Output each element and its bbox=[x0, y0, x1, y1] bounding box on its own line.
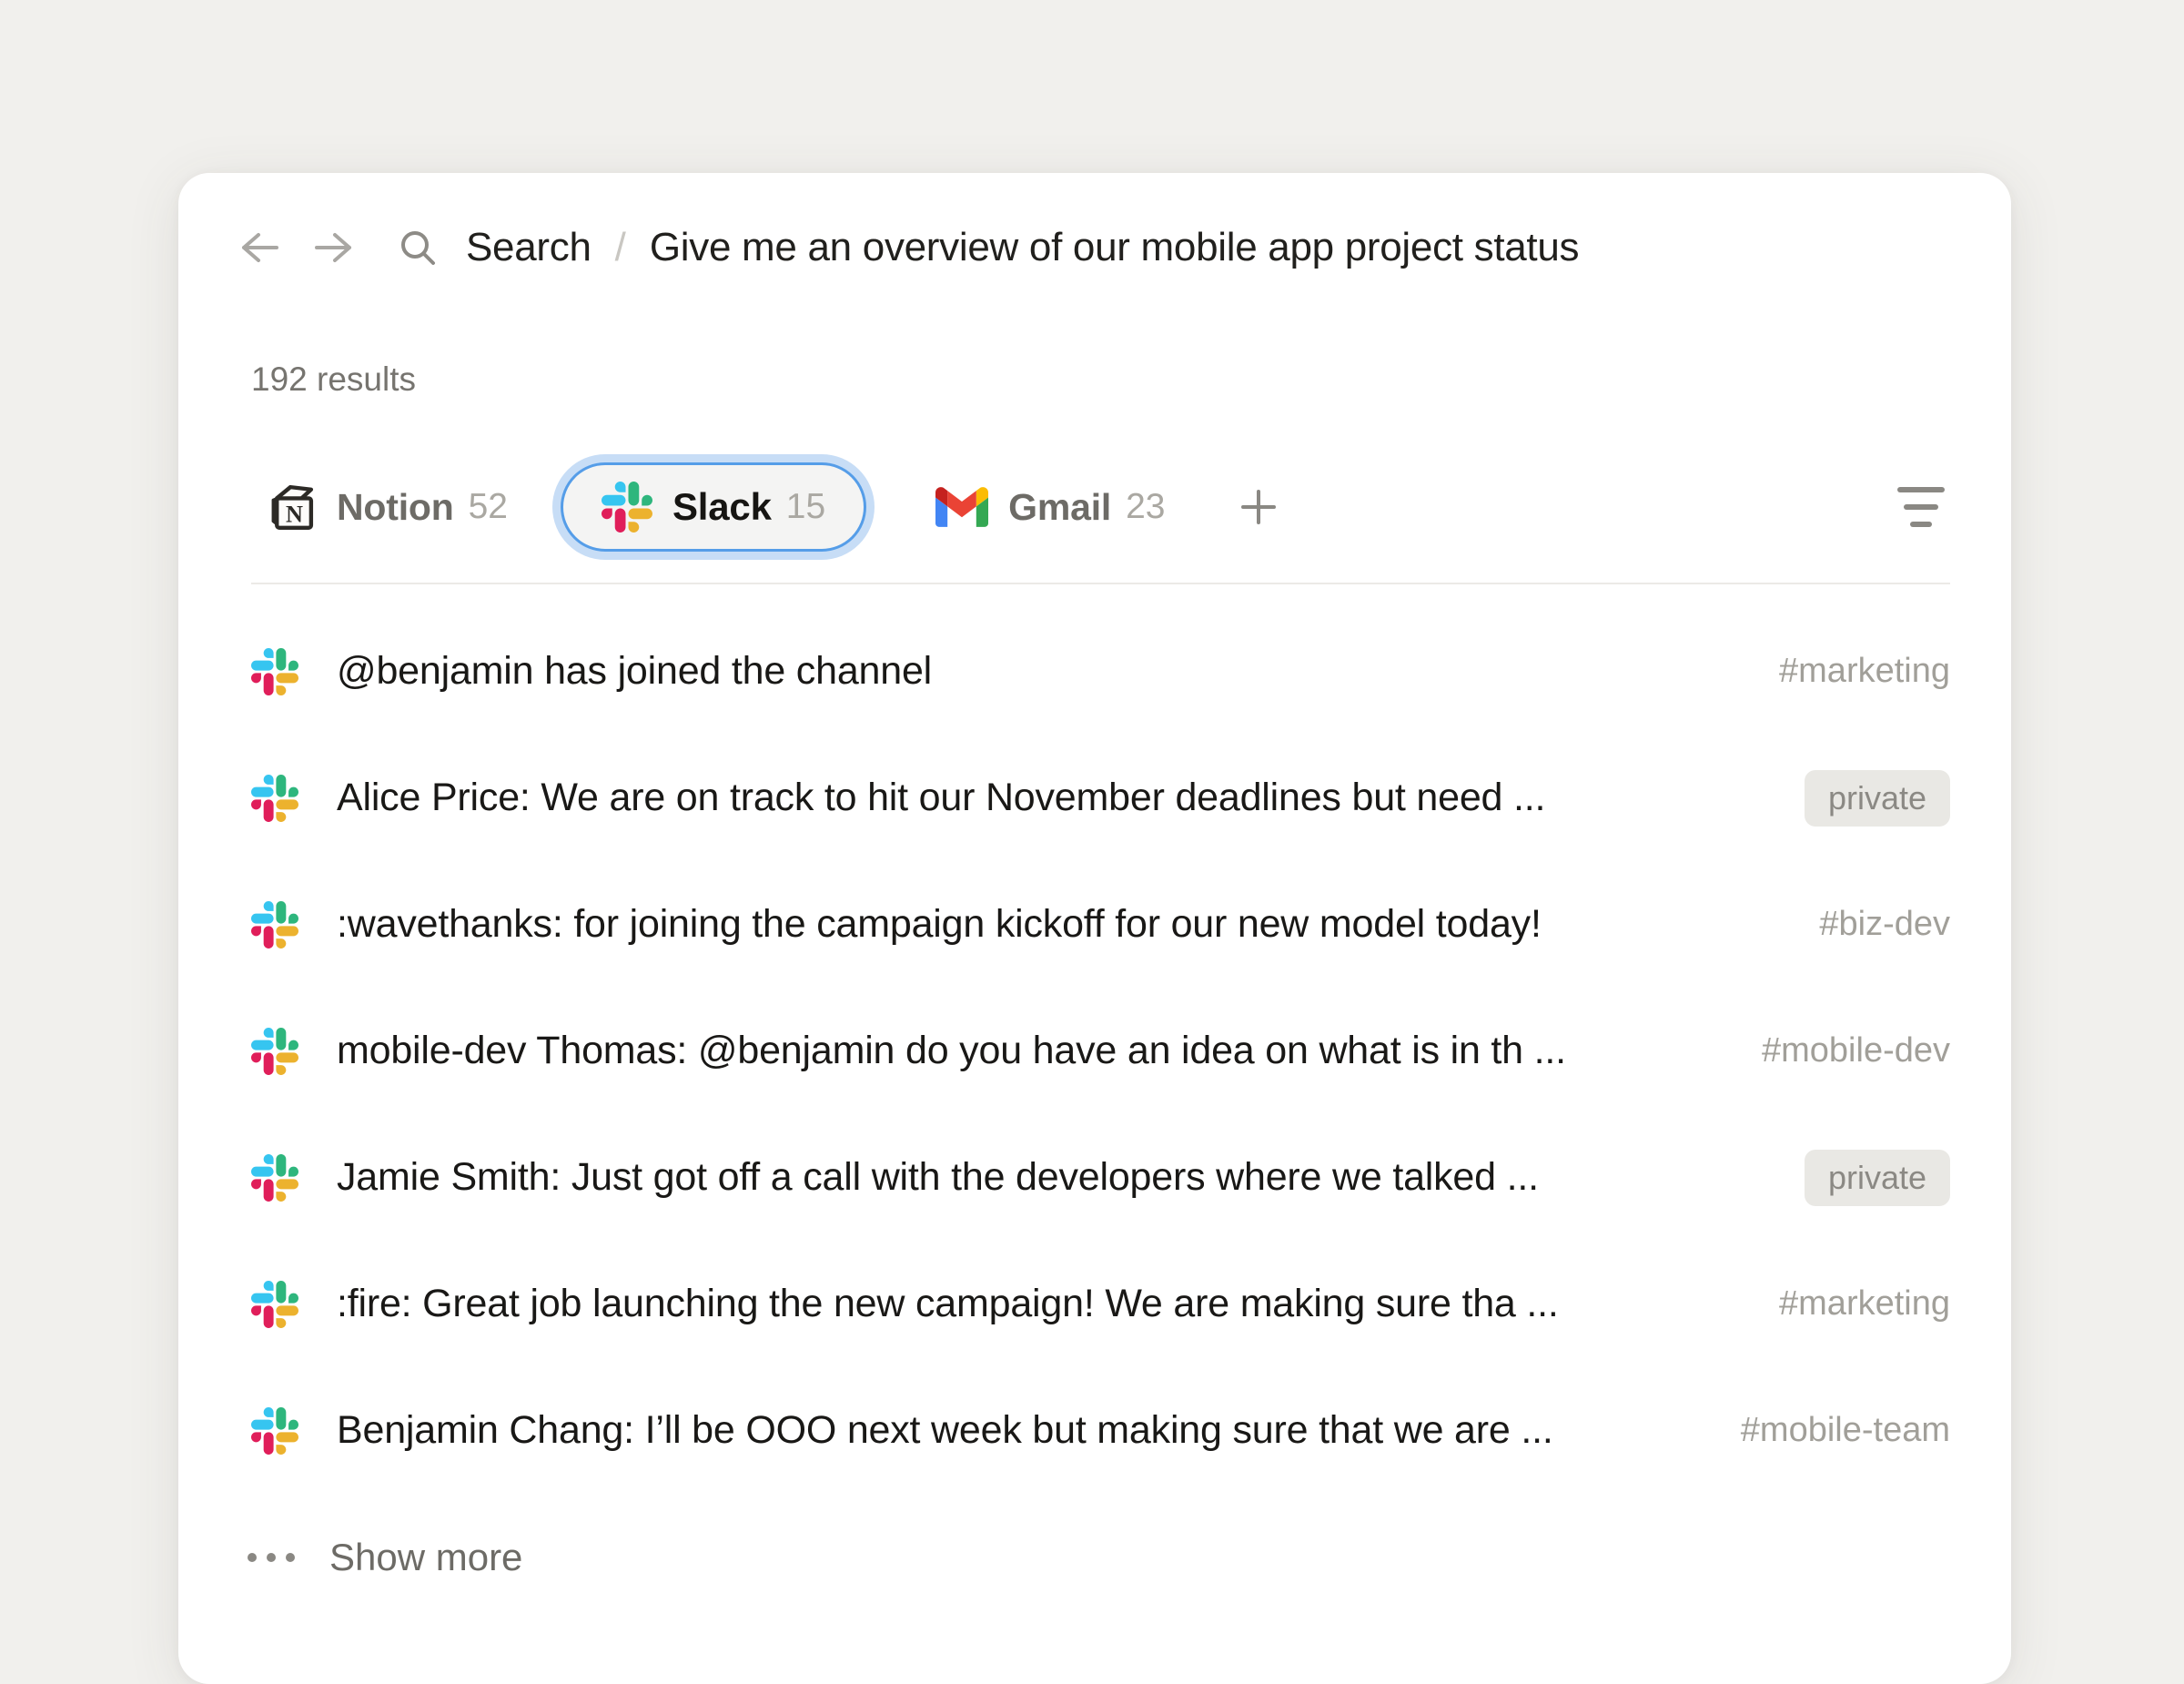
results-list: @benjamin has joined the channel #market… bbox=[251, 584, 1950, 1494]
tab-label: Slack bbox=[672, 485, 772, 529]
search-results-window: Search / Give me an overview of our mobi… bbox=[178, 173, 2011, 1684]
slack-logo-icon bbox=[251, 1028, 298, 1075]
tab-slack-selected[interactable]: Slack 15 bbox=[561, 462, 866, 552]
result-text: Benjamin Chang: I’ll be OOO next week bu… bbox=[337, 1408, 1704, 1453]
notion-logo-icon: N bbox=[266, 482, 317, 533]
slack-logo-icon bbox=[251, 901, 298, 949]
result-row[interactable]: :fire: Great job launching the new campa… bbox=[251, 1241, 1950, 1367]
slack-logo-icon bbox=[251, 1281, 298, 1328]
forward-arrow-icon[interactable] bbox=[313, 229, 355, 266]
breadcrumb-separator: / bbox=[615, 225, 626, 270]
result-tag: #biz-dev bbox=[1819, 905, 1950, 944]
tab-label: Gmail bbox=[1008, 486, 1111, 529]
search-query-input[interactable]: Give me an overview of our mobile app pr… bbox=[650, 225, 1579, 270]
gmail-logo-icon bbox=[935, 486, 988, 528]
result-tag: #mobile-team bbox=[1741, 1411, 1950, 1450]
search-icon bbox=[397, 227, 439, 269]
search-section-label: Search bbox=[466, 225, 592, 270]
result-row[interactable]: Alice Price: We are on track to hit our … bbox=[251, 735, 1950, 861]
result-tag: private bbox=[1805, 1150, 1950, 1206]
result-text: Jamie Smith: Just got off a call with th… bbox=[337, 1155, 1768, 1200]
show-more-label: Show more bbox=[329, 1536, 522, 1579]
tab-count: 23 bbox=[1126, 487, 1165, 527]
show-more-button[interactable]: Show more bbox=[251, 1494, 1950, 1620]
slack-logo-icon bbox=[251, 775, 298, 822]
result-row[interactable]: Jamie Smith: Just got off a call with th… bbox=[251, 1114, 1950, 1241]
tab-count: 15 bbox=[786, 487, 825, 527]
tab-count: 52 bbox=[469, 487, 508, 527]
result-row[interactable]: mobile-dev Thomas: @benjamin do you have… bbox=[251, 988, 1950, 1114]
result-text: @benjamin has joined the channel bbox=[337, 649, 1743, 694]
result-row[interactable]: @benjamin has joined the channel #market… bbox=[251, 608, 1950, 735]
tab-label: Notion bbox=[337, 486, 454, 529]
result-text: Alice Price: We are on track to hit our … bbox=[337, 776, 1768, 820]
back-arrow-icon[interactable] bbox=[238, 229, 280, 266]
result-text: :wavethanks: for joining the campaign ki… bbox=[337, 902, 1783, 947]
results-count: 192 results bbox=[251, 360, 1950, 399]
source-filter-tabs: N Notion 52 Slack 15 Gmail 23 bbox=[251, 453, 1950, 561]
add-source-button[interactable] bbox=[1238, 486, 1279, 528]
tab-gmail[interactable]: Gmail 23 bbox=[935, 486, 1165, 529]
result-tag: #marketing bbox=[1779, 1284, 1950, 1324]
result-tag: #marketing bbox=[1779, 652, 1950, 691]
slack-logo-icon bbox=[251, 648, 298, 695]
slack-logo-icon bbox=[251, 1154, 298, 1202]
tab-notion[interactable]: N Notion 52 bbox=[266, 482, 508, 533]
search-bar: Search / Give me an overview of our mobi… bbox=[238, 173, 1950, 277]
filter-icon[interactable] bbox=[1892, 482, 1950, 533]
result-tag: private bbox=[1805, 770, 1950, 827]
result-row[interactable]: :wavethanks: for joining the campaign ki… bbox=[251, 861, 1950, 988]
svg-text:N: N bbox=[286, 502, 303, 528]
result-text: :fire: Great job launching the new campa… bbox=[337, 1282, 1743, 1326]
slack-logo-icon bbox=[602, 482, 652, 533]
result-text: mobile-dev Thomas: @benjamin do you have… bbox=[337, 1029, 1725, 1073]
slack-logo-icon bbox=[251, 1407, 298, 1455]
result-row[interactable]: Benjamin Chang: I’ll be OOO next week bu… bbox=[251, 1367, 1950, 1494]
result-tag: #mobile-dev bbox=[1762, 1031, 1950, 1070]
ellipsis-icon bbox=[248, 1553, 295, 1562]
